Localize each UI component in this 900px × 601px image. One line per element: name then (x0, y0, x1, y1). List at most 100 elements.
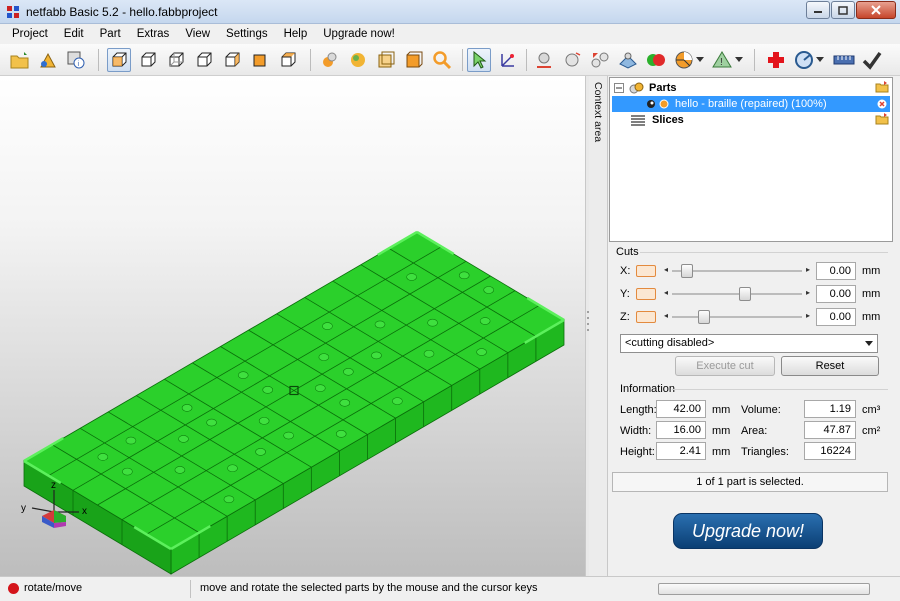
view-front-button[interactable] (136, 48, 160, 72)
view-back-button[interactable] (164, 48, 188, 72)
measure-axes-icon (501, 54, 514, 67)
menu-view[interactable]: View (177, 24, 218, 44)
ruler-button[interactable] (832, 48, 856, 72)
merge-parts-button[interactable] (644, 48, 668, 72)
parts-icon (629, 82, 644, 94)
support-button[interactable]: ! (710, 48, 734, 72)
part-on-platform-icon (537, 52, 551, 68)
magnifier-icon (433, 51, 452, 70)
minimize-button[interactable] (806, 1, 830, 19)
close-button[interactable] (856, 1, 896, 19)
view-options-button[interactable] (792, 48, 816, 72)
scale-part-button[interactable] (588, 48, 612, 72)
cut-x-value[interactable]: 0.00 (816, 262, 856, 280)
cut-y-slider[interactable]: ◂ ▸ (664, 287, 810, 301)
info-icon: i (67, 51, 85, 69)
menu-help[interactable]: Help (276, 24, 316, 44)
minimize-icon (814, 11, 822, 13)
tree-item-slices[interactable]: Slices (630, 112, 684, 128)
app-logo-icon (7, 6, 19, 18)
3d-viewport[interactable]: z x y (0, 76, 585, 576)
analysis-button[interactable] (672, 48, 696, 72)
part-status-icon (659, 99, 669, 109)
menu-bar: Project Edit Part Extras View Settings H… (0, 24, 900, 44)
close-icon (871, 5, 881, 15)
shading-button[interactable] (318, 48, 342, 72)
cut-x-slider[interactable]: ◂ ▸ (664, 264, 810, 278)
reset-button[interactable]: Reset (781, 356, 879, 376)
cut-z-value[interactable]: 0.00 (816, 308, 856, 326)
braille-dot (483, 286, 495, 294)
menu-extras[interactable]: Extras (129, 24, 178, 44)
transparency-button[interactable] (374, 48, 398, 72)
execute-cut-button[interactable]: Execute cut (675, 356, 775, 376)
select-tool-button[interactable] (467, 48, 491, 72)
cut-z-label: Z: (620, 311, 630, 323)
zoom-button[interactable] (430, 48, 454, 72)
cut-z-color-swatch[interactable] (636, 311, 656, 323)
menu-edit[interactable]: Edit (56, 24, 92, 44)
open-parts-folder-icon[interactable] (875, 81, 889, 93)
braille-dot (406, 273, 417, 281)
collapse-icon (614, 83, 624, 93)
view-bottom-button[interactable] (276, 48, 300, 72)
add-part-icon (40, 52, 56, 68)
duplicate-part-button[interactable] (560, 48, 584, 72)
repair-part-button[interactable] (616, 48, 640, 72)
tree-item-parts[interactable]: Parts (614, 80, 677, 96)
ruler-icon (833, 55, 855, 65)
place-part-button[interactable] (532, 48, 556, 72)
braille-dot (258, 417, 270, 425)
open-project-button[interactable] (8, 48, 32, 72)
braille-dot (479, 317, 491, 325)
add-repair-button[interactable] (764, 48, 788, 72)
view-options-dropdown[interactable] (814, 48, 826, 72)
cursor-arrow-icon (473, 51, 487, 69)
analysis-dropdown[interactable] (694, 48, 706, 72)
context-area-tab[interactable]: Context area (589, 76, 608, 576)
view-top-button[interactable] (248, 48, 272, 72)
texture-button[interactable] (346, 48, 370, 72)
measure-tool-button[interactable] (496, 48, 520, 72)
area-unit: cm² (862, 425, 881, 437)
cut-x-unit: mm (862, 265, 881, 277)
braille-dot (476, 348, 487, 356)
triangles-label: Triangles: (741, 446, 789, 458)
length-label: Length: (620, 404, 657, 416)
menu-project[interactable]: Project (4, 24, 56, 44)
cut-y-slider-thumb[interactable] (738, 287, 751, 301)
cutting-mode-select[interactable]: <cutting disabled> (620, 334, 878, 353)
remove-part-icon[interactable] (877, 99, 887, 109)
apply-button[interactable] (860, 48, 884, 72)
cut-x-color-swatch[interactable] (636, 265, 656, 277)
view-default-button[interactable] (107, 48, 131, 72)
status-indicator-icon (8, 583, 19, 594)
cut-z-slider-thumb[interactable] (697, 310, 710, 324)
axis-z-label: z (51, 480, 56, 491)
view-right-button[interactable] (220, 48, 244, 72)
volume-unit: cm³ (862, 404, 881, 416)
wireframe-button[interactable] (402, 48, 426, 72)
cut-y-color-swatch[interactable] (636, 288, 656, 300)
cut-z-slider[interactable]: ◂ ▸ (664, 310, 810, 324)
add-part-button[interactable] (36, 48, 60, 72)
menu-settings[interactable]: Settings (218, 24, 276, 44)
braille-dot (322, 322, 333, 330)
braille-dot (314, 384, 326, 392)
menu-part[interactable]: Part (92, 24, 129, 44)
upgrade-now-button[interactable]: Upgrade now! (673, 513, 823, 549)
open-slices-folder-icon[interactable] (875, 113, 889, 125)
support-dropdown[interactable] (733, 48, 745, 72)
menu-upgrade[interactable]: Upgrade now! (315, 24, 403, 44)
braille-dot (371, 351, 382, 360)
sphere-icon (351, 53, 365, 67)
part-info-button[interactable]: i (64, 48, 88, 72)
braille-dot (427, 318, 438, 327)
tree-item-part[interactable]: hello - braille (repaired) (100%) (612, 96, 890, 112)
maximize-button[interactable] (831, 1, 855, 19)
dropdown-caret-icon (865, 341, 873, 346)
cut-x-slider-thumb[interactable] (681, 264, 694, 278)
view-left-button[interactable] (192, 48, 216, 72)
axis-gizmo: z x y (21, 480, 87, 528)
cut-y-value[interactable]: 0.00 (816, 285, 856, 303)
